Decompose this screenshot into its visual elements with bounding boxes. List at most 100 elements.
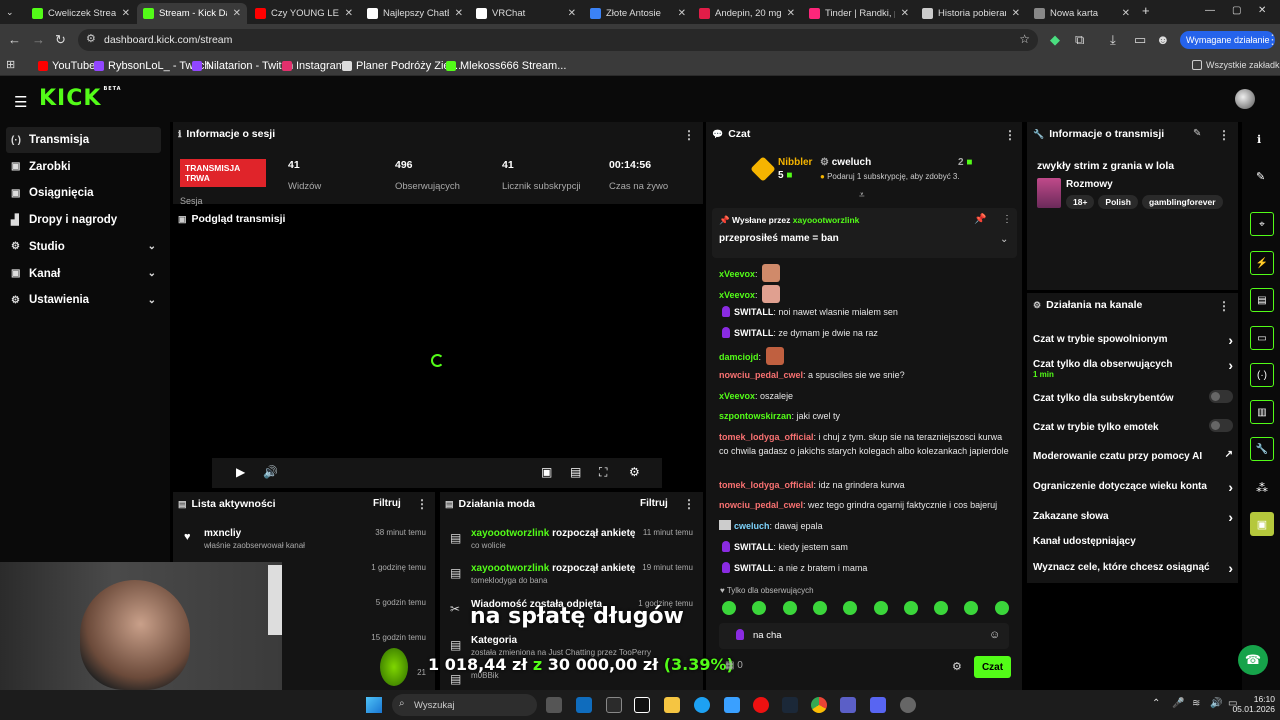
tab-close-icon[interactable]: ✕ <box>678 8 686 19</box>
chrome-icon[interactable] <box>811 697 827 713</box>
nav-item[interactable]: ▣ Osiągnięcia <box>6 180 161 206</box>
store-icon[interactable] <box>724 697 740 713</box>
channel-action-item[interactable]: Wyznacz cele, które chcesz osiągnąć › <box>1033 560 1233 576</box>
channel-action-item[interactable]: Kanał udostępniający <box>1033 536 1233 547</box>
rail-focus-icon[interactable]: ⌖ <box>1250 212 1274 236</box>
chat-username[interactable]: tomek_lodyga_official <box>719 432 814 442</box>
bookmark-item[interactable]: Planer Podróży Ziel... <box>342 60 461 72</box>
address-bar[interactable]: ⚙ dashboard.kick.com/stream ☆ <box>78 29 1038 51</box>
clock[interactable]: 16:10 05.01.2026 <box>1232 694 1275 714</box>
minimize-icon[interactable]: — <box>1205 4 1215 18</box>
reload-icon[interactable]: ↻ <box>55 33 66 47</box>
emote-quick-icon[interactable] <box>994 601 1009 615</box>
tab-close-icon[interactable]: ✕ <box>1122 8 1130 19</box>
pip-icon[interactable]: ▣ <box>541 465 552 479</box>
emoji-icon[interactable]: ☺ <box>989 629 1000 641</box>
chat-username[interactable]: SWITALL <box>734 542 773 552</box>
volume-icon[interactable]: 🔊 <box>263 465 278 479</box>
gift-sub-text[interactable]: ● Podaruj 1 subskrypcję, aby zdobyć 3. <box>820 172 960 181</box>
rail-share-icon[interactable]: ⁂ <box>1256 481 1268 495</box>
discord-icon[interactable] <box>870 697 886 713</box>
browser-tab[interactable]: Historia pobierania ✕ <box>916 3 1026 24</box>
edge-icon[interactable] <box>694 697 710 713</box>
chat-username[interactable]: SWITALL <box>734 328 773 338</box>
chat-send-button[interactable]: Czat <box>974 656 1011 678</box>
extension-icon[interactable]: ◆ <box>1050 33 1060 47</box>
fullscreen-icon[interactable]: ⛶ <box>599 465 607 480</box>
emote-quick-icon[interactable] <box>812 601 827 615</box>
tab-close-icon[interactable]: ✕ <box>455 8 463 19</box>
chat-username[interactable]: nowciu_pedal_cwel <box>719 370 803 380</box>
browser-tab[interactable]: Złote Antosie ✕ <box>584 3 692 24</box>
channel-action-item[interactable]: Ograniczenie dotyczące wieku konta › <box>1033 479 1233 495</box>
browser-tab[interactable]: Najlepszy ChatBot ✕ <box>361 3 469 24</box>
bookmark-item[interactable]: Instagram <box>282 60 345 72</box>
nav-item[interactable]: ▣ Kanał ⌄ <box>6 261 161 287</box>
bookmark-star-icon[interactable]: ☆ <box>1019 32 1030 46</box>
forward-icon[interactable]: → <box>32 33 45 47</box>
rail-doc-icon[interactable]: ▤ <box>1250 288 1274 312</box>
pinned-menu-icon[interactable]: ⋮ <box>1002 214 1012 225</box>
user-avatar[interactable] <box>1235 89 1255 109</box>
nav-item[interactable]: ⚙ Ustawienia ⌄ <box>6 287 161 313</box>
bookmark-item[interactable]: Mlekoss666 Stream... <box>446 60 566 72</box>
rail-info-icon[interactable]: ℹ <box>1257 133 1261 146</box>
teams-icon[interactable] <box>840 697 856 713</box>
rail-broadcast-icon[interactable]: (·) <box>1250 363 1274 387</box>
browser-tab[interactable]: Andepin, 20 mg, ta ✕ <box>693 3 801 24</box>
new-tab-icon[interactable]: + <box>1142 4 1150 18</box>
profile-icon[interactable]: ☻ <box>1156 33 1170 47</box>
rail-chat-icon[interactable]: ▭ <box>1250 326 1274 350</box>
taskview-icon[interactable] <box>546 697 562 713</box>
stream-info-menu-icon[interactable]: ⋮ <box>1218 128 1230 142</box>
nav-item[interactable]: ▟ Dropy i nagrody <box>6 207 161 233</box>
nav-item[interactable]: ⚙ Studio ⌄ <box>6 234 161 260</box>
tab-close-icon[interactable]: ✕ <box>1012 8 1020 19</box>
chat-username[interactable]: xVeevox <box>719 290 755 300</box>
emote-quick-icon[interactable] <box>873 601 888 615</box>
emote-quick-icon[interactable] <box>934 601 949 615</box>
split-view-icon[interactable]: ▭ <box>1134 33 1146 47</box>
tab-close-icon[interactable]: ✕ <box>345 8 353 19</box>
toggle-switch[interactable] <box>1209 390 1233 403</box>
hamburger-menu-icon[interactable]: ☰ <box>14 93 27 111</box>
emote-quick-icon[interactable] <box>903 601 918 615</box>
tab-close-icon[interactable]: ✕ <box>901 8 909 19</box>
extensions-icon[interactable]: ⧉ <box>1075 33 1084 47</box>
theater-icon[interactable]: ▤ <box>570 465 581 479</box>
explorer-icon[interactable] <box>664 697 680 713</box>
chat-username[interactable]: damciojd <box>719 352 759 362</box>
browser-tab[interactable]: Cweliczek Stream ✕ <box>26 3 136 24</box>
back-icon[interactable]: ← <box>8 33 21 47</box>
tab-close-icon[interactable]: ✕ <box>568 8 576 19</box>
site-info-icon[interactable]: ⚙ <box>86 32 96 45</box>
channel-action-item[interactable]: Czat tylko dla obserwujących 1 min › <box>1033 357 1233 379</box>
browser-tab[interactable]: VRChat ✕ <box>470 3 582 24</box>
chat-username[interactable]: xVeevox <box>719 391 755 401</box>
unpin-icon[interactable]: 📌 <box>974 214 986 225</box>
speaker-icon[interactable]: 🔊 <box>1210 698 1222 709</box>
download-icon[interactable]: ⤓ <box>1110 33 1116 47</box>
mod-filter-button[interactable]: Filtruj <box>640 498 668 509</box>
expand-icon[interactable]: ⩡ <box>859 190 865 201</box>
apps-grid-icon[interactable]: ⊞ <box>6 58 15 72</box>
support-chat-icon[interactable]: ☎ <box>1238 645 1268 675</box>
nav-item[interactable]: ▣ Zarobki <box>6 154 161 180</box>
chat-username[interactable]: szpontowskirzan <box>719 411 792 421</box>
channel-action-item[interactable]: Zakazane słowa › <box>1033 509 1233 525</box>
chevron-down-icon[interactable]: ⌄ <box>148 268 156 279</box>
rail-app-icon[interactable]: ▣ <box>1250 512 1274 536</box>
chat-username[interactable]: SWITALL <box>734 307 773 317</box>
taskbar-search[interactable]: ⌕ Wyszukaj <box>392 694 537 716</box>
chat-username[interactable]: nowciu_pedal_cwel <box>719 500 803 510</box>
rail-edit-icon[interactable]: ✎ <box>1256 170 1265 183</box>
required-action-button[interactable]: Wymagane działanie <box>1180 31 1276 49</box>
chat-username[interactable]: xVeevox <box>719 269 755 279</box>
mod-menu-icon[interactable]: ⋮ <box>683 497 695 511</box>
play-icon[interactable]: ▶ <box>236 465 245 479</box>
activity-filter-button[interactable]: Filtruj <box>373 498 401 509</box>
browser-menu-icon[interactable]: ⋮ <box>1266 33 1279 47</box>
start-icon[interactable] <box>366 697 382 713</box>
browser-tab[interactable]: Tinder | Randki, p ✕ <box>803 3 915 24</box>
outlook-icon[interactable] <box>576 697 592 713</box>
